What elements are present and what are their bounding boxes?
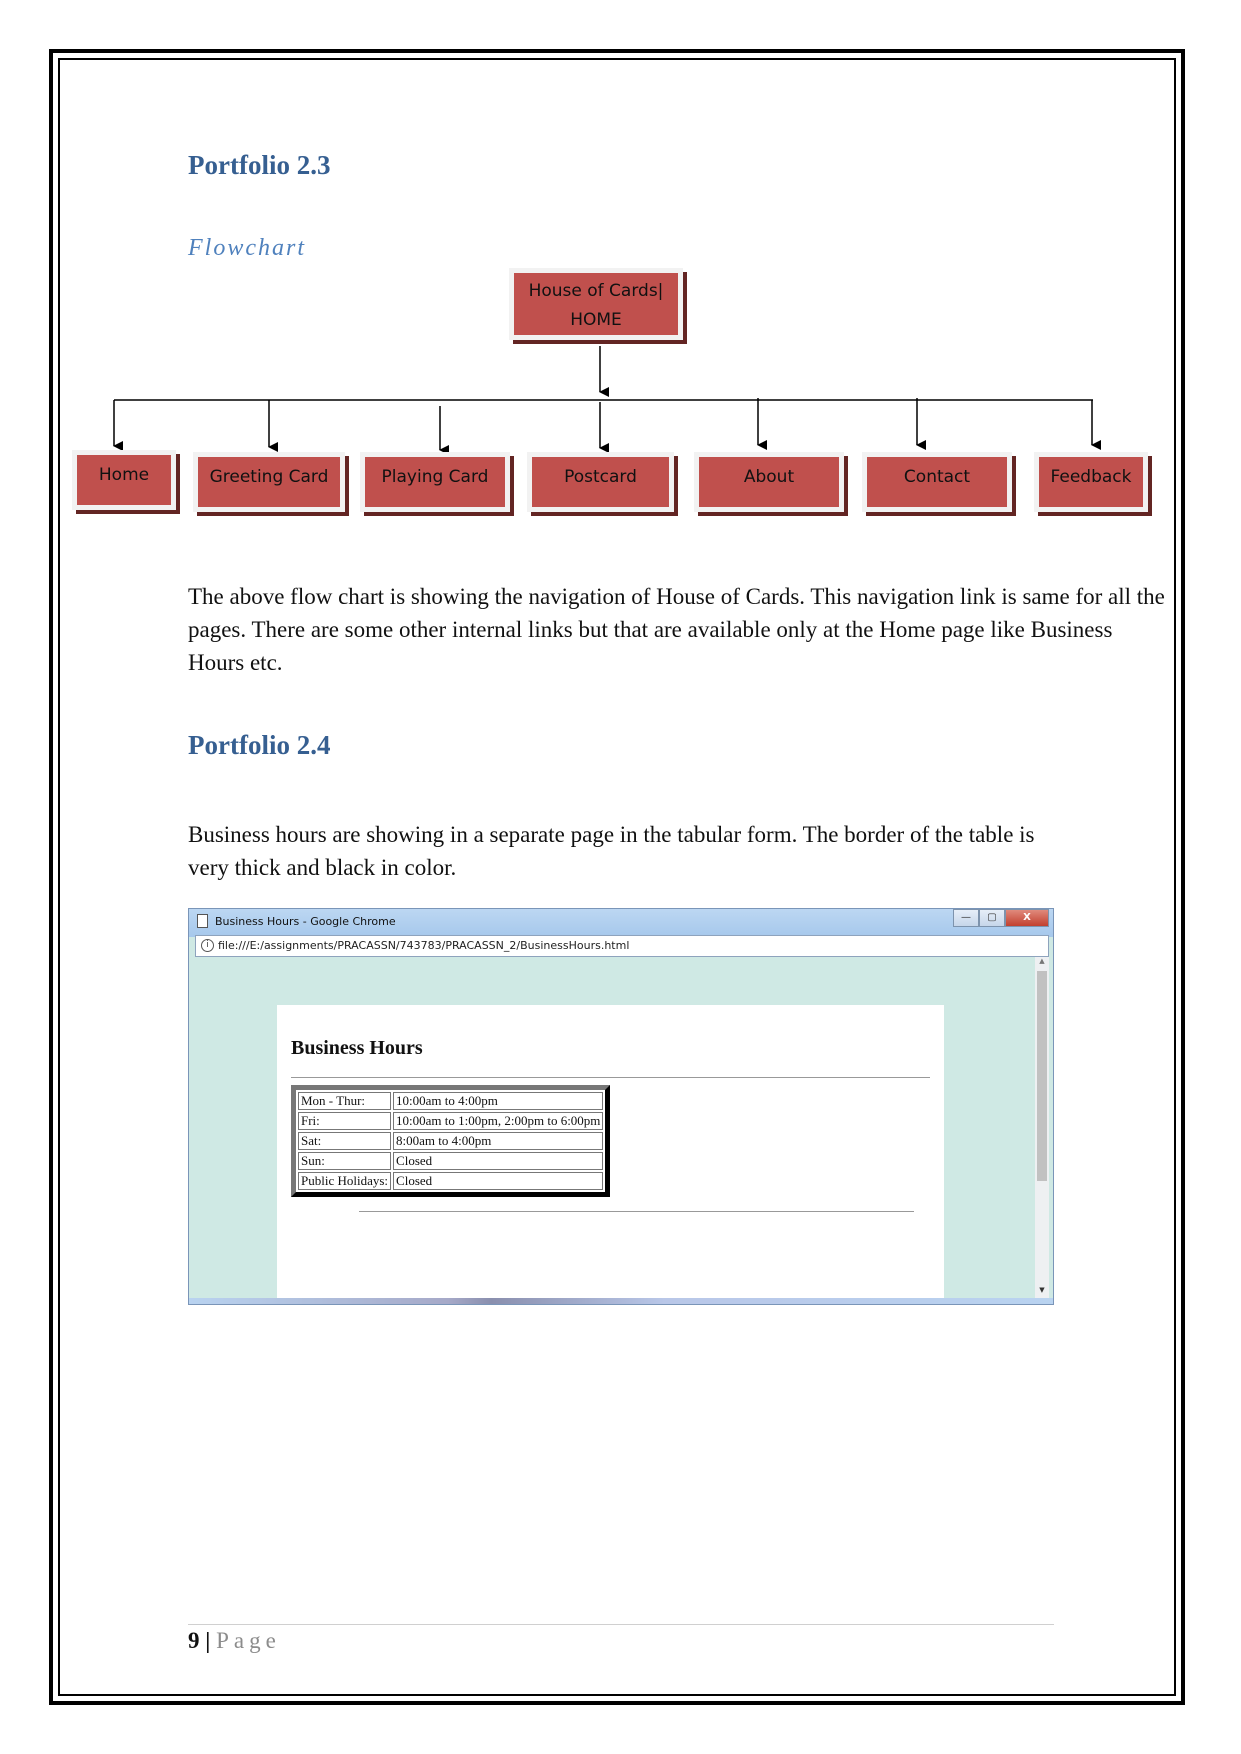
flowchart-node-label: Home bbox=[98, 465, 150, 485]
day-cell: Sun: bbox=[298, 1152, 392, 1170]
business-hours-table: Mon - Thur: 10:00am to 4:00pm Fri: 10:00am … bbox=[291, 1085, 611, 1197]
minimize-icon[interactable]: — bbox=[953, 909, 979, 927]
business-hours-description: Business hours are showing in a separate… bbox=[188, 822, 1035, 880]
flowchart-node-about: About bbox=[694, 452, 844, 512]
window-bottom-edge bbox=[189, 1298, 1053, 1304]
footer-divider bbox=[188, 1624, 1054, 1625]
page-footer: 9 | Page bbox=[188, 1628, 281, 1654]
flowchart-node-greeting-card: Greeting Card bbox=[193, 452, 345, 512]
maximize-icon[interactable]: ▢ bbox=[979, 909, 1005, 927]
day-cell: Public Holidays: bbox=[298, 1172, 392, 1190]
flowchart-node-playing-card: Playing Card bbox=[360, 452, 510, 512]
flowchart-node-postcard: Postcard bbox=[527, 452, 674, 512]
window-controls: — ▢ X bbox=[953, 909, 1049, 927]
scrollbar-thumb[interactable] bbox=[1037, 971, 1047, 1181]
table-row: Mon - Thur: 10:00am to 4:00pm bbox=[298, 1092, 604, 1110]
flowchart-node-root: House of Cards| HOME bbox=[509, 268, 683, 340]
flowchart-node-label: Greeting Card bbox=[209, 467, 329, 487]
flowchart-node-label: Postcard bbox=[564, 467, 637, 487]
business-hours-title: Business Hours bbox=[291, 1037, 423, 1059]
vertical-scrollbar[interactable]: ▲ ▼ bbox=[1035, 957, 1049, 1298]
scroll-down-arrow-icon[interactable]: ▼ bbox=[1035, 1286, 1049, 1298]
table-row: Sun: Closed bbox=[298, 1152, 604, 1170]
divider-top bbox=[291, 1077, 930, 1078]
flowchart-node-home: Home bbox=[72, 450, 176, 510]
flowchart-node-label: Feedback bbox=[1050, 467, 1132, 487]
hours-cell: 8:00am to 4:00pm bbox=[393, 1132, 604, 1150]
table-row: Public Holidays: Closed bbox=[298, 1172, 604, 1190]
footer-separator: | bbox=[205, 1628, 211, 1653]
flowchart-node-label: Contact bbox=[903, 467, 971, 487]
flowchart-node-label: About bbox=[743, 467, 795, 487]
page-label: Page bbox=[216, 1628, 281, 1653]
section-heading-portfolio-2-3: Portfolio 2.3 bbox=[188, 150, 331, 180]
url-text[interactable]: file:///E:/assignments/PRACASSN/743783/P… bbox=[218, 939, 629, 952]
page-icon bbox=[197, 914, 208, 928]
day-cell: Fri: bbox=[298, 1112, 392, 1130]
day-cell: Mon - Thur: bbox=[298, 1092, 392, 1110]
window-title: Business Hours - Google Chrome bbox=[215, 915, 396, 928]
hours-cell: Closed bbox=[393, 1152, 604, 1170]
address-bar[interactable]: i file:///E:/assignments/PRACASSN/743783… bbox=[195, 935, 1049, 957]
page-content-panel: Business Hours Mon - Thur: 10:00am to 4:0… bbox=[277, 1005, 944, 1298]
section-heading-portfolio-2-4: Portfolio 2.4 bbox=[188, 730, 331, 760]
divider-bottom bbox=[359, 1211, 914, 1212]
flowchart-node-label: Playing Card bbox=[381, 467, 489, 487]
hours-cell: Closed bbox=[393, 1172, 604, 1190]
page-number: 9 bbox=[188, 1628, 200, 1653]
scroll-up-arrow-icon[interactable]: ▲ bbox=[1035, 957, 1049, 969]
flowchart-node-feedback: Feedback bbox=[1034, 452, 1148, 512]
flowchart-description: The above flow chart is showing the navi… bbox=[188, 584, 1165, 675]
browser-titlebar: Business Hours - Google Chrome — ▢ X bbox=[189, 909, 1053, 937]
close-icon[interactable]: X bbox=[1005, 909, 1049, 927]
table-row: Sat: 8:00am to 4:00pm bbox=[298, 1132, 604, 1150]
browser-viewport: Business Hours Mon - Thur: 10:00am to 4:0… bbox=[195, 957, 1049, 1298]
day-cell: Sat: bbox=[298, 1132, 392, 1150]
flowchart-node-contact: Contact bbox=[862, 452, 1012, 512]
browser-screenshot: Business Hours - Google Chrome — ▢ X i f… bbox=[188, 908, 1054, 1305]
table-row: Fri: 10:00am to 1:00pm, 2:00pm to 6:00pm bbox=[298, 1112, 604, 1130]
info-icon[interactable]: i bbox=[201, 939, 214, 952]
flowchart-subheading: Flowchart bbox=[188, 235, 306, 261]
hours-cell: 10:00am to 1:00pm, 2:00pm to 6:00pm bbox=[393, 1112, 604, 1130]
flowchart-node-root-label: House of Cards| HOME bbox=[528, 281, 664, 330]
hours-cell: 10:00am to 4:00pm bbox=[393, 1092, 604, 1110]
